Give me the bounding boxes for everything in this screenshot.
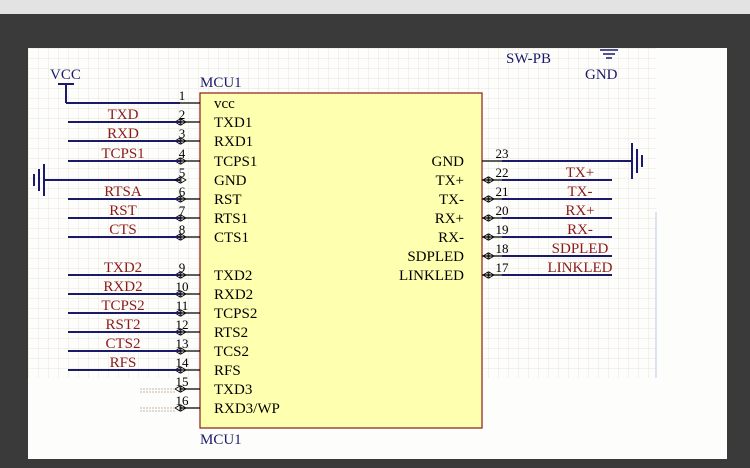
pin-number: 18 — [496, 241, 509, 256]
gnd-label: GND — [585, 67, 618, 83]
pin-number: 16 — [176, 393, 190, 408]
pin-number: 7 — [179, 203, 186, 218]
net-label: RXD — [107, 126, 139, 142]
net-label: TX- — [568, 184, 593, 200]
pin-name: TCPS1 — [214, 154, 257, 170]
pin-number: 15 — [176, 374, 189, 389]
pin-number: 6 — [179, 184, 186, 199]
schematic-canvas: VCC GND SW-PB MCU1 MCU1 1 vcc 2 TXD1 TXD… — [28, 48, 727, 459]
pin-name: RXD3/WP — [214, 401, 280, 417]
pin-number: 10 — [176, 279, 189, 294]
net-label: CTS — [109, 222, 137, 238]
pin-number: 1 — [179, 88, 186, 103]
screenshot-frame: VCC GND SW-PB MCU1 MCU1 1 vcc 2 TXD1 TXD… — [0, 14, 750, 468]
pin-name: TXD2 — [214, 268, 252, 284]
pin-number: 9 — [179, 260, 186, 275]
pin-number: 11 — [176, 298, 189, 313]
pin-number: 20 — [496, 203, 509, 218]
pin-name: RTS2 — [214, 325, 248, 341]
pin-name: SDPLED — [407, 249, 464, 265]
pin-name: RX- — [438, 230, 464, 246]
net-label: SDPLED — [552, 241, 609, 257]
pin-name: TXD1 — [214, 115, 252, 131]
pin-name: GND — [214, 173, 247, 189]
pin-name: GND — [432, 154, 465, 170]
net-label: CTS2 — [105, 336, 140, 352]
net-label: RFS — [110, 355, 137, 371]
net-label: TXD — [108, 107, 139, 123]
pin-number: 5 — [179, 165, 186, 180]
net-label: RXD2 — [103, 279, 142, 295]
pin-name: TX- — [439, 192, 464, 208]
pin-name: TXD3 — [214, 382, 252, 398]
net-label: RX+ — [565, 203, 594, 219]
pin-number: 4 — [179, 146, 186, 161]
schematic-svg: VCC GND SW-PB MCU1 MCU1 1vcc2TXD1TXD3RXD… — [28, 48, 727, 459]
net-label: RST — [109, 203, 137, 219]
pin-name: CTS1 — [214, 230, 249, 246]
pin-number: 21 — [496, 184, 509, 199]
net-label: TCPS1 — [101, 146, 144, 162]
pin-name: TX+ — [436, 173, 464, 189]
pin-number: 14 — [176, 355, 190, 370]
component-designator: MCU1 — [200, 75, 242, 91]
component-designator-bottom: MCU1 — [200, 432, 242, 448]
pin-number: 19 — [496, 222, 509, 237]
pin-name: RST — [214, 192, 242, 208]
net-label: LINKLED — [548, 260, 613, 276]
pin-name: RTS1 — [214, 211, 248, 227]
pin-name: LINKLED — [399, 268, 464, 284]
pin-name: RXD1 — [214, 134, 253, 150]
pin-name: vcc — [214, 96, 235, 112]
pin-number: 23 — [496, 146, 509, 161]
pin-number: 12 — [176, 317, 189, 332]
vcc-label: VCC — [50, 67, 81, 83]
pin-name: TCPS2 — [214, 306, 257, 322]
net-label: RST2 — [105, 317, 140, 333]
pin-name: RX+ — [435, 211, 464, 227]
pin-name: RXD2 — [214, 287, 253, 303]
pin-number: 2 — [179, 107, 186, 122]
net-label: RX- — [567, 222, 593, 238]
net-label: RTSA — [104, 184, 142, 200]
pin-number: 13 — [176, 336, 189, 351]
net-label: TX+ — [566, 165, 594, 181]
pin-number: 22 — [496, 165, 509, 180]
net-label: TCPS2 — [101, 298, 144, 314]
pin-name: TCS2 — [214, 344, 249, 360]
net-label-sw-pb: SW-PB — [506, 51, 551, 67]
pin-number: 8 — [179, 222, 186, 237]
net-label: TXD2 — [104, 260, 142, 276]
pin-number: 3 — [179, 126, 186, 141]
pin-number: 17 — [496, 260, 510, 275]
pin-name: RFS — [214, 363, 241, 379]
